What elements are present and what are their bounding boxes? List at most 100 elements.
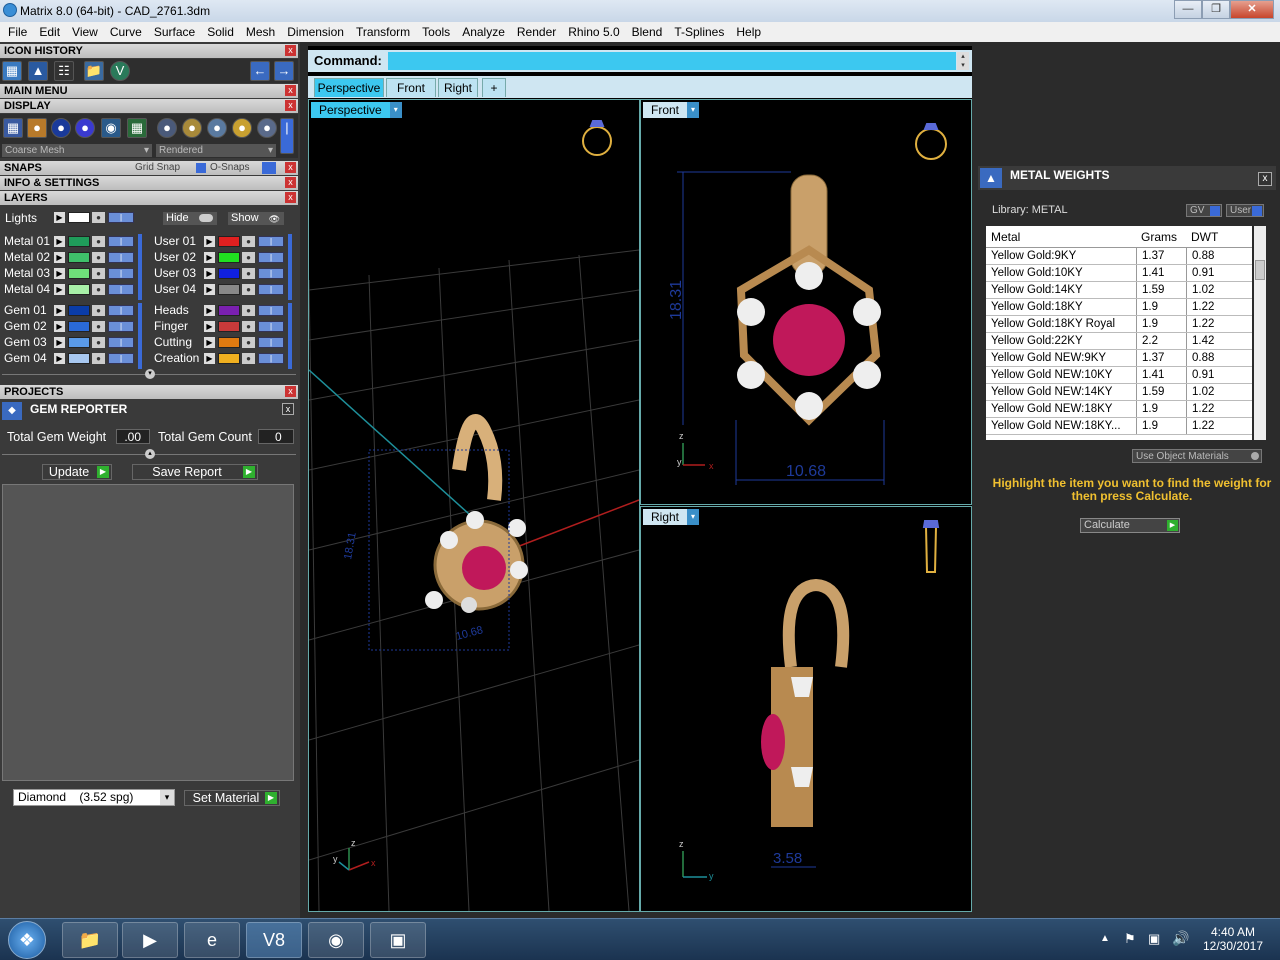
table-row[interactable]: Yellow Gold NEW:18KY 1.9 1.22 (986, 401, 1252, 418)
close-icon[interactable]: x (285, 192, 296, 203)
lock-icon[interactable]: ● (92, 268, 105, 279)
menu-solid[interactable]: Solid (201, 25, 240, 39)
lock-icon[interactable]: ● (92, 252, 105, 263)
menu-surface[interactable]: Surface (148, 25, 201, 39)
collapse-icon[interactable]: ▴ (145, 449, 155, 459)
coarse-mesh-select[interactable]: Coarse Mesh ▾ (2, 144, 152, 157)
lock-icon[interactable]: ● (92, 305, 105, 316)
wireframe-icon[interactable]: ▦ (3, 118, 23, 138)
image-viewer-icon[interactable]: ▣ (370, 922, 426, 958)
main-menu-header[interactable]: MAIN MENU x (0, 84, 298, 98)
close-icon[interactable]: x (285, 100, 296, 111)
table-row[interactable]: Yellow Gold:18KY Royal 1.9 1.22 (986, 316, 1252, 333)
close-button[interactable]: ✕ (1230, 0, 1274, 19)
environment-icon[interactable]: ◉ (101, 118, 121, 138)
grid-icon[interactable]: ▦ (127, 118, 147, 138)
visibility-toggle[interactable]: | (108, 321, 134, 332)
visibility-toggle[interactable]: | (258, 353, 284, 364)
layer-color-swatch[interactable] (68, 212, 90, 223)
sphere-icon[interactable]: ● (51, 118, 71, 138)
layer-expand-icon[interactable]: ▶ (54, 236, 65, 247)
calculate-button[interactable]: Calculate ▶ (1080, 518, 1180, 533)
material-sphere-3-icon[interactable]: ● (207, 118, 227, 138)
collapse-icon[interactable]: ▾ (145, 369, 155, 379)
user-toggle[interactable]: User (1226, 204, 1264, 217)
close-icon[interactable]: x (285, 45, 296, 56)
layer-expand-icon[interactable]: ▶ (54, 268, 65, 279)
visibility-toggle[interactable]: | (108, 268, 134, 279)
perspective-viewport[interactable]: 18.31 10.68 z x y Perspective ▾ (308, 99, 640, 912)
layer-expand-icon[interactable]: ▶ (204, 268, 215, 279)
update-button[interactable]: Update ▶ (42, 464, 112, 480)
menu-curve[interactable]: Curve (104, 25, 148, 39)
lock-icon[interactable]: ● (242, 321, 255, 332)
layer-color-swatch[interactable] (68, 284, 90, 295)
display-slider[interactable]: | (280, 118, 294, 154)
layer-expand-icon[interactable]: ▶ (54, 212, 65, 223)
shaded-sphere-icon[interactable]: ● (75, 118, 95, 138)
lock-icon[interactable]: ● (242, 236, 255, 247)
command-input[interactable] (388, 52, 956, 70)
menu-analyze[interactable]: Analyze (456, 25, 511, 39)
ring-app-icon[interactable]: ◉ (308, 922, 364, 958)
info-settings-header[interactable]: INFO & SETTINGS x (0, 176, 298, 190)
wizard-icon[interactable]: ▲ (28, 61, 48, 81)
layer-expand-icon[interactable]: ▶ (204, 353, 215, 364)
close-icon[interactable]: x (285, 162, 296, 173)
menu-view[interactable]: View (66, 25, 104, 39)
layer-expand-icon[interactable]: ▶ (54, 353, 65, 364)
snap-toggle[interactable] (262, 162, 276, 174)
grid-snap-toggle[interactable]: Grid Snap (135, 161, 180, 175)
layer-expand-icon[interactable]: ▶ (54, 284, 65, 295)
close-icon[interactable]: x (285, 386, 296, 397)
v-logo-icon[interactable]: V (110, 61, 130, 81)
layer-expand-icon[interactable]: ▶ (54, 337, 65, 348)
table-row[interactable]: Yellow Gold:22KY 2.2 1.42 (986, 333, 1252, 350)
visibility-toggle[interactable]: | (108, 305, 134, 316)
layer-expand-icon[interactable]: ▶ (204, 236, 215, 247)
snaps-header[interactable]: SNAPS Grid Snap O-Snaps x (0, 161, 298, 175)
table-row[interactable]: Yellow Gold:14KY 1.59 1.02 (986, 282, 1252, 299)
layer-color-swatch[interactable] (218, 252, 240, 263)
layer-color-swatch[interactable] (68, 236, 90, 247)
layer-color-swatch[interactable] (68, 305, 90, 316)
visibility-toggle[interactable]: | (258, 284, 284, 295)
material-select[interactable]: Diamond (3.52 spg) ▾ (13, 789, 175, 806)
menu-rhino[interactable]: Rhino 5.0 (562, 25, 625, 39)
right-viewport-menu[interactable]: Right ▾ (643, 509, 700, 525)
visibility-toggle[interactable]: | (108, 252, 134, 263)
layer-color-swatch[interactable] (218, 337, 240, 348)
lock-icon[interactable]: ● (242, 268, 255, 279)
menu-dimension[interactable]: Dimension (281, 25, 350, 39)
forward-arrow-icon[interactable]: → (274, 61, 294, 81)
layer-expand-icon[interactable]: ▶ (54, 321, 65, 332)
layer-color-swatch[interactable] (68, 321, 90, 332)
layer-expand-icon[interactable]: ▶ (204, 252, 215, 263)
menu-help[interactable]: Help (730, 25, 767, 39)
table-row[interactable]: Yellow Gold:9KY 1.37 0.88 (986, 248, 1252, 265)
lock-icon[interactable]: ● (92, 212, 105, 223)
menu-blend[interactable]: Blend (626, 25, 669, 39)
media-player-icon[interactable]: ▶ (122, 922, 178, 958)
projects-header[interactable]: PROJECTS x (0, 385, 298, 399)
column-metal[interactable]: Metal (986, 230, 1136, 244)
close-icon[interactable]: x (282, 403, 294, 415)
material-sphere-4-icon[interactable]: ● (232, 118, 252, 138)
menu-file[interactable]: File (2, 25, 33, 39)
column-dwt[interactable]: DWT (1186, 230, 1246, 244)
lock-icon[interactable]: ● (242, 305, 255, 316)
lock-icon[interactable]: ● (242, 353, 255, 364)
table-row[interactable]: Yellow Gold NEW:10KY 1.41 0.91 (986, 367, 1252, 384)
icon-history-header[interactable]: ICON HISTORY x (0, 44, 298, 58)
visibility-toggle[interactable]: | (258, 321, 284, 332)
visibility-toggle[interactable]: | (108, 236, 134, 247)
layer-color-swatch[interactable] (218, 284, 240, 295)
right-viewport[interactable]: 3.58 z y Right ▾ (640, 506, 972, 912)
lock-icon[interactable]: ● (92, 337, 105, 348)
visibility-toggle[interactable]: | (258, 337, 284, 348)
menu-edit[interactable]: Edit (33, 25, 66, 39)
action-center-icon[interactable]: ⚑ (1124, 931, 1136, 947)
clock[interactable]: 4:40 AM 12/30/2017 (1200, 925, 1266, 953)
use-object-materials-toggle[interactable]: Use Object Materials (1132, 449, 1262, 463)
menu-transform[interactable]: Transform (350, 25, 416, 39)
